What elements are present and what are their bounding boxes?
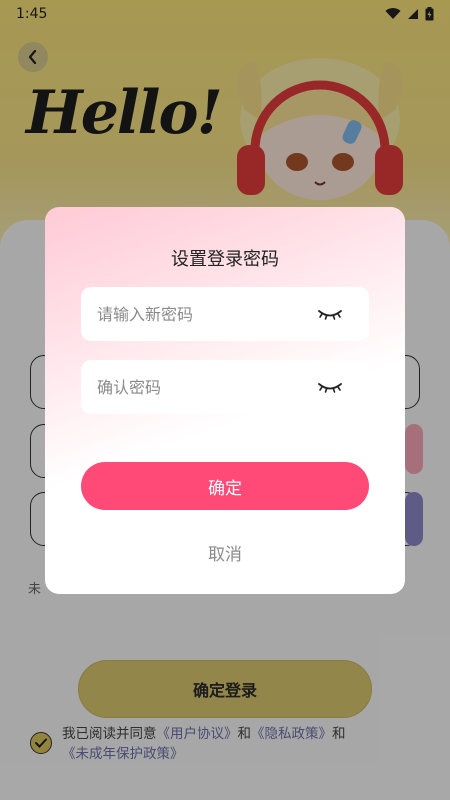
confirm-password-input[interactable] <box>97 377 317 397</box>
set-password-dialog: 设置登录密码 确定 取消 <box>45 207 405 594</box>
new-password-field <box>81 287 369 341</box>
dialog-title: 设置登录密码 <box>171 249 279 270</box>
confirm-button[interactable]: 确定 <box>81 462 369 510</box>
new-password-input[interactable] <box>97 304 317 324</box>
confirm-password-field <box>81 360 369 414</box>
eye-closed-icon[interactable] <box>317 306 343 322</box>
cancel-button[interactable]: 取消 <box>45 540 405 565</box>
eye-closed-icon[interactable] <box>317 379 343 395</box>
